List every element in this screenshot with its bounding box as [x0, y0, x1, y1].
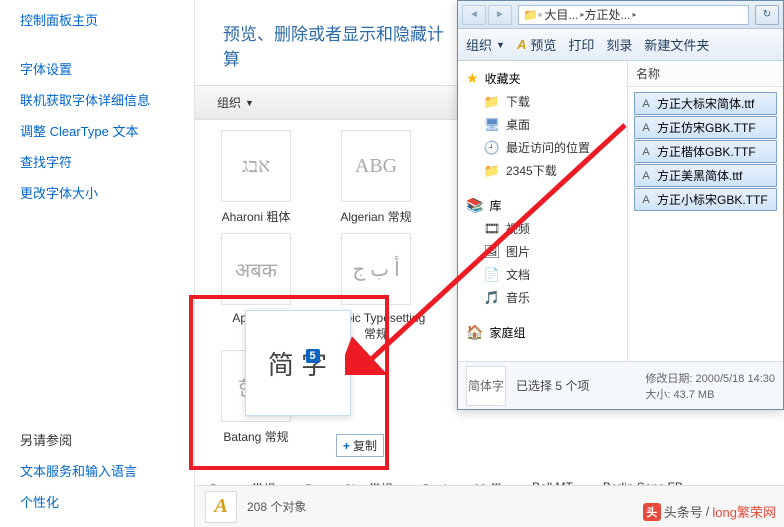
explorer-toolbar: 组织▼ A预览 打印 刻录 新建文件夹 — [458, 29, 783, 61]
tree-video[interactable]: 🎞视频 — [458, 217, 627, 240]
file-item[interactable]: A方正小标宋GBK.TTF — [634, 188, 777, 211]
file-panel: 名称 A方正大标宋简体.ttf A方正仿宋GBK.TTF A方正楷体GBK.TT… — [628, 61, 783, 361]
folder-icon: 📁 — [484, 163, 500, 179]
nav-find-char[interactable]: 查找字符 — [0, 146, 194, 177]
library-header[interactable]: 📚库 — [458, 194, 627, 217]
font-item[interactable]: ABG Algerian 常规 — [320, 130, 432, 225]
column-name[interactable]: 名称 — [628, 61, 783, 87]
font-file-icon: A — [639, 169, 653, 183]
font-file-icon: A — [639, 145, 653, 159]
refresh-button[interactable]: ↻ — [755, 5, 779, 25]
preview-button[interactable]: A预览 — [517, 35, 556, 54]
tree-recent[interactable]: 🕘最近访问的位置 — [458, 136, 627, 159]
nav-personalize[interactable]: 个性化 — [0, 486, 194, 517]
tree-documents[interactable]: 📄文档 — [458, 263, 627, 286]
homegroup-header[interactable]: 🏠家庭组 — [458, 321, 627, 344]
font-preview-icon: अबक — [221, 233, 291, 305]
music-icon: 🎵 — [484, 290, 500, 306]
star-icon: ★ — [466, 70, 479, 87]
file-item[interactable]: A方正仿宋GBK.TTF — [634, 116, 777, 139]
toutiao-logo-icon: 头 — [643, 503, 661, 521]
font-preview-icon: אבג — [221, 130, 291, 202]
explorer-navbar: ◄ ► 📁 «大目...▸ 方正处...▸ ↻ — [458, 1, 783, 29]
status-text: 208 个对象 — [247, 498, 306, 515]
font-label: Algerian 常规 — [320, 208, 432, 225]
copy-tooltip: + 复制 — [336, 434, 384, 457]
library-icon: 📚 — [466, 197, 483, 214]
nav-cleartype[interactable]: 调整 ClearType 文本 — [0, 115, 194, 146]
status-font-icon: 简体字 — [466, 366, 506, 406]
tree-downloads[interactable]: 📁下载 — [458, 90, 627, 113]
fonts-main-panel: 预览、删除或者显示和隐藏计算 组织▼ אבג Aharoni 粗体 ABG Al… — [195, 0, 457, 527]
tree-music[interactable]: 🎵音乐 — [458, 286, 627, 309]
organize-button[interactable]: 组织▼ — [466, 35, 505, 54]
page-title: 预览、删除或者显示和隐藏计算 — [195, 0, 457, 85]
folder-icon: 📁 — [484, 94, 500, 110]
picture-icon: 🖼 — [484, 244, 500, 260]
drag-preview: 简 字 5 + 复制 — [229, 310, 366, 447]
tree-desktop[interactable]: 🖥桌面 — [458, 113, 627, 136]
document-icon: 📄 — [484, 267, 500, 283]
font-preview-icon: أ ب ج — [341, 233, 411, 305]
nav-text-services[interactable]: 文本服务和输入语言 — [0, 455, 194, 486]
drag-count-badge: 5 — [306, 349, 320, 363]
font-folder-icon: A — [205, 491, 237, 523]
watermark: 头 头条号 / long繁荣网 — [643, 502, 776, 521]
drag-font-icon: 简 字 5 — [245, 310, 351, 416]
address-bar[interactable]: 📁 «大目...▸ 方正处...▸ — [518, 5, 749, 25]
plus-icon: + — [343, 439, 350, 453]
control-panel-sidebar: 控制面板主页 字体设置 联机获取字体详细信息 调整 ClearType 文本 查… — [0, 0, 195, 527]
homegroup-icon: 🏠 — [466, 324, 483, 341]
file-item[interactable]: A方正大标宋简体.ttf — [634, 92, 777, 115]
font-preview-icon: ABG — [341, 130, 411, 202]
explorer-window: ◄ ► 📁 «大目...▸ 方正处...▸ ↻ 组织▼ A预览 打印 刻录 新建… — [457, 0, 784, 410]
organize-button[interactable]: 组织▼ — [209, 91, 262, 114]
forward-button[interactable]: ► — [488, 5, 512, 25]
font-file-icon: A — [639, 193, 653, 207]
back-button[interactable]: ◄ — [462, 5, 486, 25]
recent-icon: 🕘 — [484, 140, 500, 156]
selected-count: 已选择 5 个项 — [516, 377, 589, 394]
desktop-icon: 🖥 — [484, 117, 500, 133]
file-item[interactable]: A方正美黑简体.ttf — [634, 164, 777, 187]
file-item[interactable]: A方正楷体GBK.TTF — [634, 140, 777, 163]
font-file-icon: A — [639, 121, 653, 135]
chevron-down-icon: ▼ — [245, 98, 254, 108]
new-folder-button[interactable]: 新建文件夹 — [644, 35, 709, 54]
main-toolbar: 组织▼ — [195, 85, 457, 120]
nav-home[interactable]: 控制面板主页 — [0, 4, 194, 35]
font-label: Aharoni 粗体 — [200, 208, 312, 225]
see-also-title: 另请参阅 — [0, 424, 194, 455]
tree-panel: ★收藏夹 📁下载 🖥桌面 🕘最近访问的位置 📁2345下载 📚库 🎞视频 🖼图片… — [458, 61, 628, 361]
video-icon: 🎞 — [484, 221, 500, 237]
print-button[interactable]: 打印 — [568, 35, 594, 54]
tree-2345[interactable]: 📁2345下载 — [458, 159, 627, 182]
nav-font-size[interactable]: 更改字体大小 — [0, 177, 194, 208]
favorites-header[interactable]: ★收藏夹 — [458, 67, 627, 90]
burn-button[interactable]: 刻录 — [606, 35, 632, 54]
nav-online-fonts[interactable]: 联机获取字体详细信息 — [0, 84, 194, 115]
font-file-icon: A — [639, 97, 653, 111]
explorer-status-bar: 简体字 已选择 5 个项 修改日期: 2000/5/18 14:30 大小: 4… — [458, 361, 783, 409]
nav-font-settings[interactable]: 字体设置 — [0, 53, 194, 84]
font-item[interactable]: אבג Aharoni 粗体 — [200, 130, 312, 225]
tree-pictures[interactable]: 🖼图片 — [458, 240, 627, 263]
